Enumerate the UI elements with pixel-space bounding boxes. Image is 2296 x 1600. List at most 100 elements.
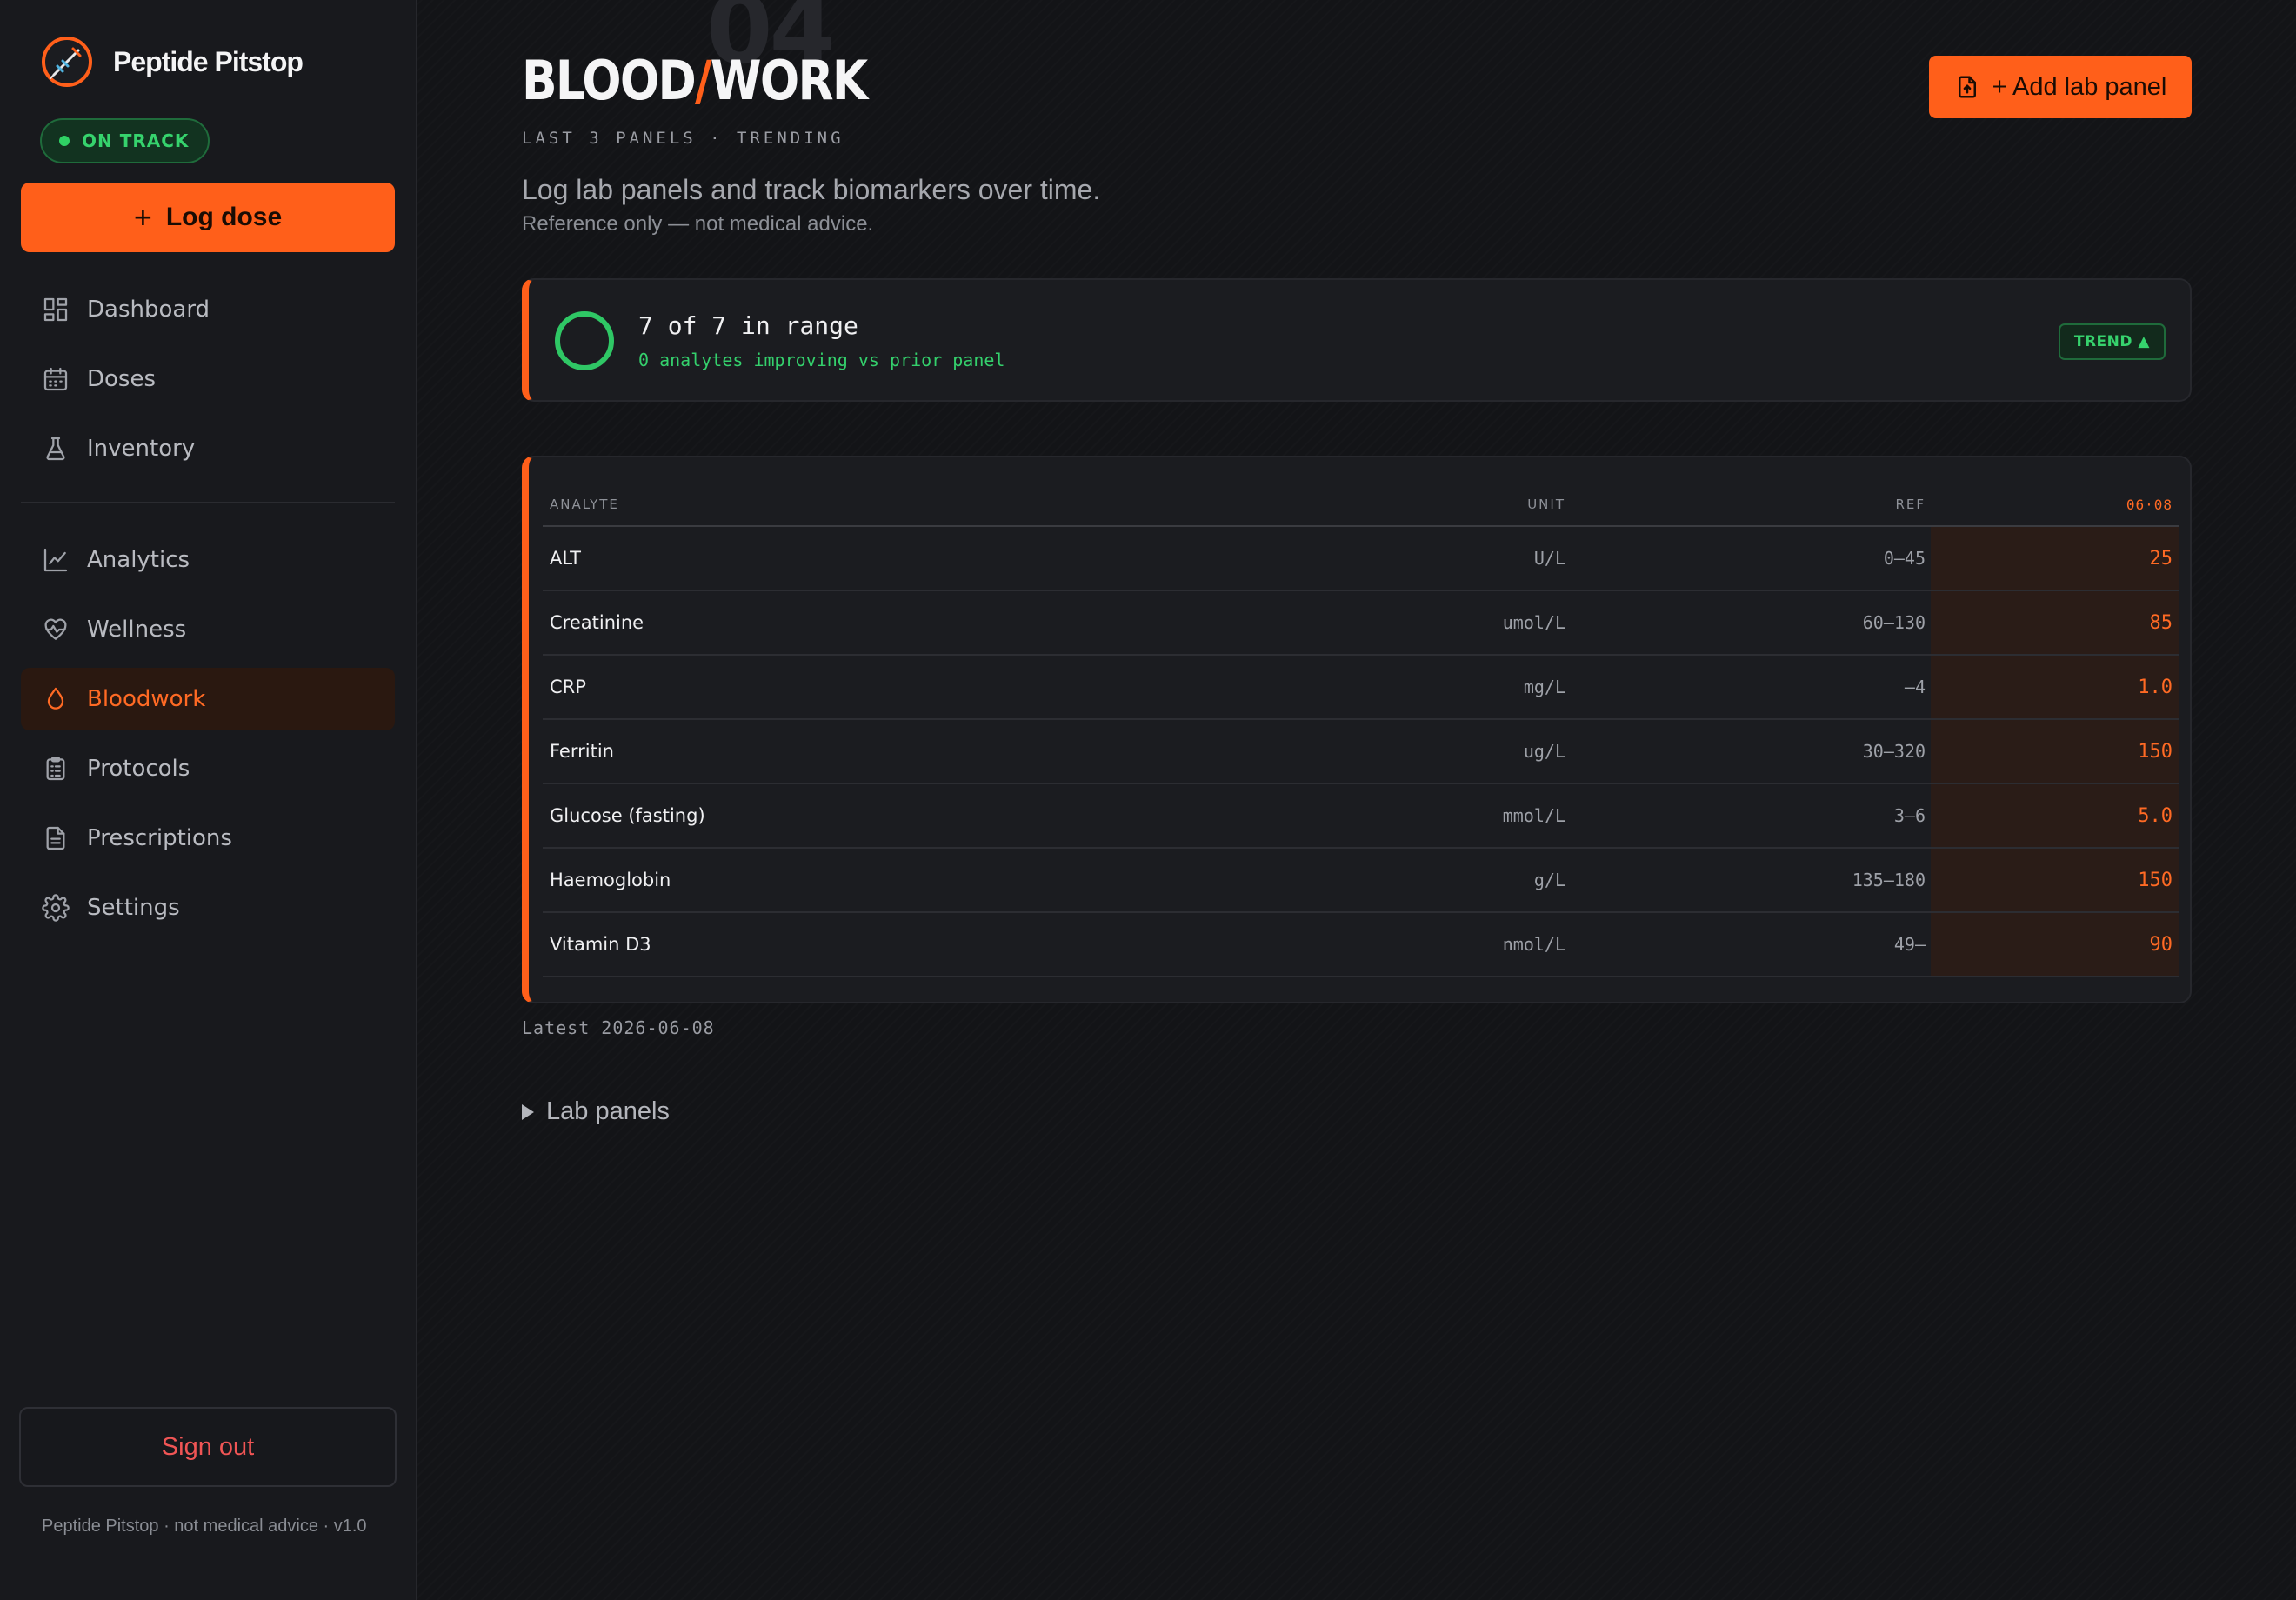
sidebar-item-settings[interactable]: Settings [21, 877, 395, 939]
trend-badge[interactable]: TREND ▲ [2058, 323, 2166, 360]
table-row[interactable]: Glucose (fasting) mmol/L 3–6 5.0 [543, 784, 2179, 849]
analyte-ref-range: 3–6 [1893, 805, 1926, 826]
calendar-icon [43, 367, 68, 391]
analyte-name: ALT [550, 548, 582, 569]
nav-divider [21, 502, 395, 503]
analyte-name: CRP [550, 677, 586, 697]
analyte-unit: ug/L [1523, 741, 1565, 762]
droplet-icon [47, 687, 64, 710]
file-upload-icon [1958, 76, 1976, 98]
column-header-unit[interactable]: UNIT [1527, 483, 1565, 525]
page-description: Log lab panels and track biomarkers over… [522, 174, 1101, 205]
analyte-name: Vitamin D3 [550, 934, 651, 955]
analyte-unit: nmol/L [1502, 934, 1565, 955]
page-disclaimer: Reference only — not medical advice. [522, 212, 874, 236]
sign-out-button[interactable]: Sign out [19, 1407, 397, 1487]
analyte-ref-range: 135–180 [1852, 870, 1926, 890]
status-label: ON TRACK [82, 130, 190, 151]
log-dose-label: Log dose [165, 203, 283, 231]
analyte-ref-range: –4 [1904, 677, 1926, 697]
sidebar-item-prescriptions[interactable]: Prescriptions [21, 807, 395, 870]
page-title-right: WORK [710, 49, 868, 112]
analyte-name: Ferritin [550, 741, 614, 762]
biomarker-table: ANALYTE UNIT REF 06·08 ALT U/L 0–45 25 C… [543, 483, 2179, 977]
analyte-value: 5.0 [1931, 784, 2179, 847]
analyte-value: 85 [1931, 591, 2179, 654]
biomarker-table-card: ANALYTE UNIT REF 06·08 ALT U/L 0–45 25 C… [522, 456, 2192, 1003]
sidebar-item-label: Doses [87, 366, 157, 392]
analyte-value: 150 [1931, 720, 2179, 783]
log-dose-button[interactable]: + Log dose [21, 183, 395, 252]
status-dot-icon [59, 136, 70, 146]
flask-icon [46, 437, 65, 461]
lab-panels-label: Lab panels [546, 1097, 670, 1125]
analyte-ref-range: 30–320 [1862, 741, 1926, 762]
page-title-left: BLOOD [522, 49, 697, 112]
page-title-slash: / [695, 49, 711, 112]
range-summary-subline: 0 analytes improving vs prior panel [638, 350, 1005, 370]
analyte-ref-range: 60–130 [1862, 612, 1926, 633]
analyte-value: 90 [1931, 913, 2179, 976]
analyte-value: 150 [1931, 849, 2179, 911]
range-summary-headline: 7 of 7 in range [638, 311, 858, 340]
sidebar-item-label: Settings [87, 895, 180, 921]
column-header-date[interactable]: 06·08 [1931, 483, 2179, 525]
sidebar-item-label: Inventory [87, 436, 196, 462]
analyte-ref-range: 49– [1893, 934, 1926, 955]
analyte-unit: U/L [1533, 548, 1565, 569]
table-row[interactable]: CRP mg/L –4 1.0 [543, 656, 2179, 720]
table-row[interactable]: Haemoglobin g/L 135–180 150 [543, 849, 2179, 913]
status-badge: ON TRACK [40, 118, 210, 163]
page-kicker: LAST 3 PANELS · TRENDING [522, 129, 844, 148]
caret-right-icon [522, 1103, 534, 1120]
add-lab-panel-label: + Add lab panel [1992, 72, 2167, 101]
sidebar-item-wellness[interactable]: Wellness [21, 598, 395, 661]
sidebar-item-inventory[interactable]: Inventory [21, 417, 395, 480]
range-summary-card: 7 of 7 in range 0 analytes improving vs … [522, 278, 2192, 402]
analyte-unit: mg/L [1523, 677, 1565, 697]
document-icon [46, 826, 65, 850]
analyte-ref-range: 0–45 [1883, 548, 1926, 569]
line-chart-icon [43, 548, 68, 572]
sidebar-item-dashboard[interactable]: Dashboard [21, 278, 395, 341]
sidebar-item-label: Dashboard [87, 297, 210, 323]
column-header-analyte[interactable]: ANALYTE [550, 483, 619, 525]
range-ring-icon [555, 311, 614, 370]
dashboard-icon [43, 297, 68, 322]
sidebar-item-protocols[interactable]: Protocols [21, 737, 395, 800]
analyte-unit: g/L [1533, 870, 1565, 890]
sidebar-item-label: Prescriptions [87, 825, 232, 851]
brand-name: Peptide Pitstop [113, 45, 304, 77]
analyte-value: 25 [1931, 527, 2179, 590]
table-row[interactable]: ALT U/L 0–45 25 [543, 527, 2179, 591]
add-lab-panel-button[interactable]: + Add lab panel [1929, 56, 2192, 118]
clipboard-icon [46, 757, 65, 781]
analyte-name: Haemoglobin [550, 870, 671, 890]
sidebar-item-label: Protocols [87, 756, 190, 782]
sidebar-item-label: Bloodwork [87, 686, 206, 712]
plus-icon: + [133, 199, 152, 235]
analyte-unit: umol/L [1502, 612, 1565, 633]
sidebar-item-label: Analytics [87, 547, 190, 573]
main-content: 04 BLOOD/WORK LAST 3 PANELS · TRENDING L… [417, 0, 2296, 1600]
lab-panels-toggle[interactable]: Lab panels [522, 1097, 670, 1126]
column-header-ref[interactable]: REF [1895, 483, 1926, 525]
analyte-name: Creatinine [550, 612, 644, 633]
table-row[interactable]: Creatinine umol/L 60–130 85 [543, 591, 2179, 656]
latest-panel-date: Latest 2026-06-08 [522, 1017, 715, 1038]
sidebar-item-doses[interactable]: Doses [21, 348, 395, 410]
analyte-unit: mmol/L [1502, 805, 1565, 826]
brand[interactable]: Peptide Pitstop [40, 35, 304, 89]
sidebar-item-label: Wellness [87, 617, 187, 643]
sidebar-item-bloodwork[interactable]: Bloodwork [21, 668, 395, 730]
nav-secondary: Analytics Wellness Bloodwork Protocols P… [21, 529, 395, 946]
analyte-value: 1.0 [1931, 656, 2179, 718]
analyte-name: Glucose (fasting) [550, 805, 705, 826]
table-row[interactable]: Vitamin D3 nmol/L 49– 90 [543, 913, 2179, 977]
sidebar: Peptide Pitstop ON TRACK + Log dose Dash… [0, 0, 417, 1600]
nav-primary: Dashboard Doses Inventory [21, 278, 395, 487]
table-row[interactable]: Ferritin ug/L 30–320 150 [543, 720, 2179, 784]
footer-note: Peptide Pitstop · not medical advice · v… [42, 1517, 367, 1536]
sidebar-item-analytics[interactable]: Analytics [21, 529, 395, 591]
gear-icon [42, 894, 70, 922]
